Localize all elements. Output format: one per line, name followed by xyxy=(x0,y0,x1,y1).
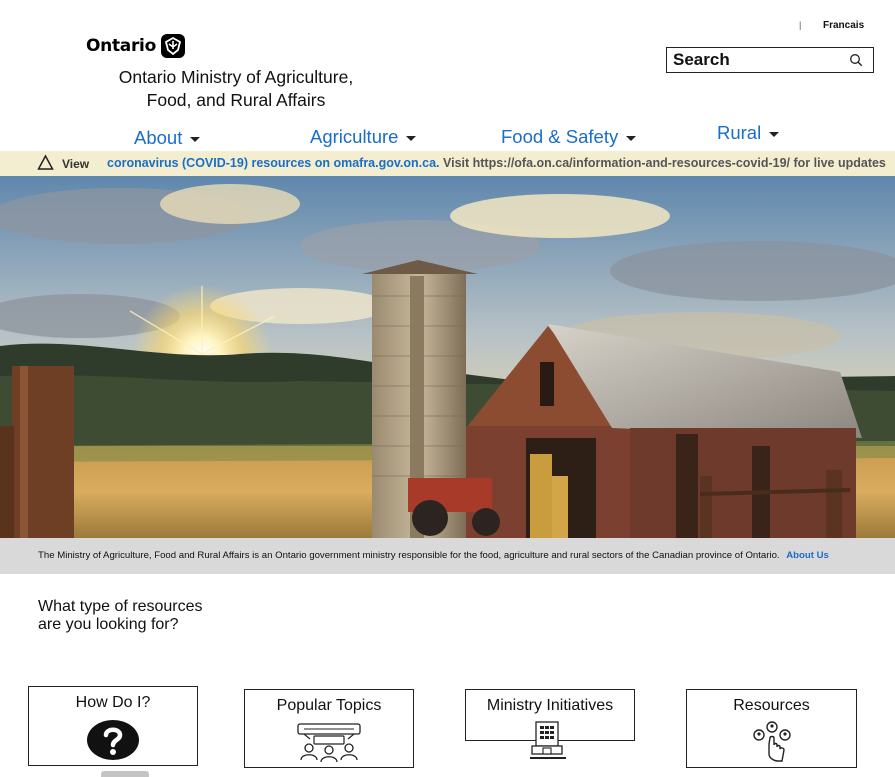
language-separator: | xyxy=(799,20,802,30)
resources-question: What type of resources are you looking f… xyxy=(38,598,203,633)
search-icon[interactable] xyxy=(849,53,863,67)
ministry-title: Ontario Ministry of Agriculture, Food, a… xyxy=(118,67,354,110)
about-us-link[interactable]: About Us xyxy=(786,550,829,561)
nav-label: About xyxy=(134,127,183,148)
card-resources[interactable]: Resources xyxy=(686,689,857,768)
chevron-down-icon xyxy=(190,136,201,142)
question-icon xyxy=(87,720,139,760)
ontario-logo[interactable]: Ontario xyxy=(86,33,186,59)
hero-image xyxy=(0,176,895,538)
building-icon xyxy=(530,721,566,759)
card-popular-topics[interactable]: Popular Topics xyxy=(244,689,414,768)
card-how-do-i[interactable]: How Do I? xyxy=(28,686,198,766)
about-description: The Ministry of Agriculture, Food and Ru… xyxy=(38,550,780,561)
scroll-indicator[interactable] xyxy=(101,771,149,777)
nav-rural[interactable]: Rural xyxy=(717,122,780,144)
alert-live-updates-text: Visit https://ofa.on.ca/information-and-… xyxy=(442,156,886,170)
covid-resources-link[interactable]: coronavirus (COVID-19) resources on omaf… xyxy=(107,156,440,170)
about-ministry-text: The Ministry of Agriculture, Food and Ru… xyxy=(38,550,829,561)
card-label: Ministry Initiatives xyxy=(486,697,614,714)
nav-agriculture[interactable]: Agriculture xyxy=(310,126,417,148)
card-label: How Do I? xyxy=(75,694,151,711)
discussion-icon xyxy=(297,723,361,762)
nav-label: Food & Safety xyxy=(501,126,619,147)
trillium-icon xyxy=(160,34,185,58)
search-input[interactable] xyxy=(673,50,833,70)
warning-triangle-icon xyxy=(37,154,54,170)
chevron-down-icon xyxy=(769,131,780,137)
logo-wordmark: Ontario xyxy=(86,36,156,56)
nav-food-safety[interactable]: Food & Safety xyxy=(501,126,637,148)
alert-message: coronavirus (COVID-19) resources on omaf… xyxy=(107,156,886,170)
search-box xyxy=(666,47,874,73)
alert-view-label: View xyxy=(62,157,90,171)
hero-farm-illustration xyxy=(0,176,895,538)
resources-hand-icon xyxy=(752,721,791,762)
nav-about[interactable]: About xyxy=(134,127,201,149)
nav-label: Agriculture xyxy=(310,126,399,147)
chevron-down-icon xyxy=(406,135,417,141)
covid-alert-bar: View coronavirus (COVID-19) resources on… xyxy=(0,151,895,176)
card-label: Popular Topics xyxy=(276,697,382,714)
nav-label: Rural xyxy=(717,122,762,143)
chevron-down-icon xyxy=(626,135,637,141)
language-toggle-link[interactable]: Francais xyxy=(823,20,864,31)
about-ministry-strip: The Ministry of Agriculture, Food and Ru… xyxy=(0,538,895,574)
card-label: Resources xyxy=(733,697,810,714)
